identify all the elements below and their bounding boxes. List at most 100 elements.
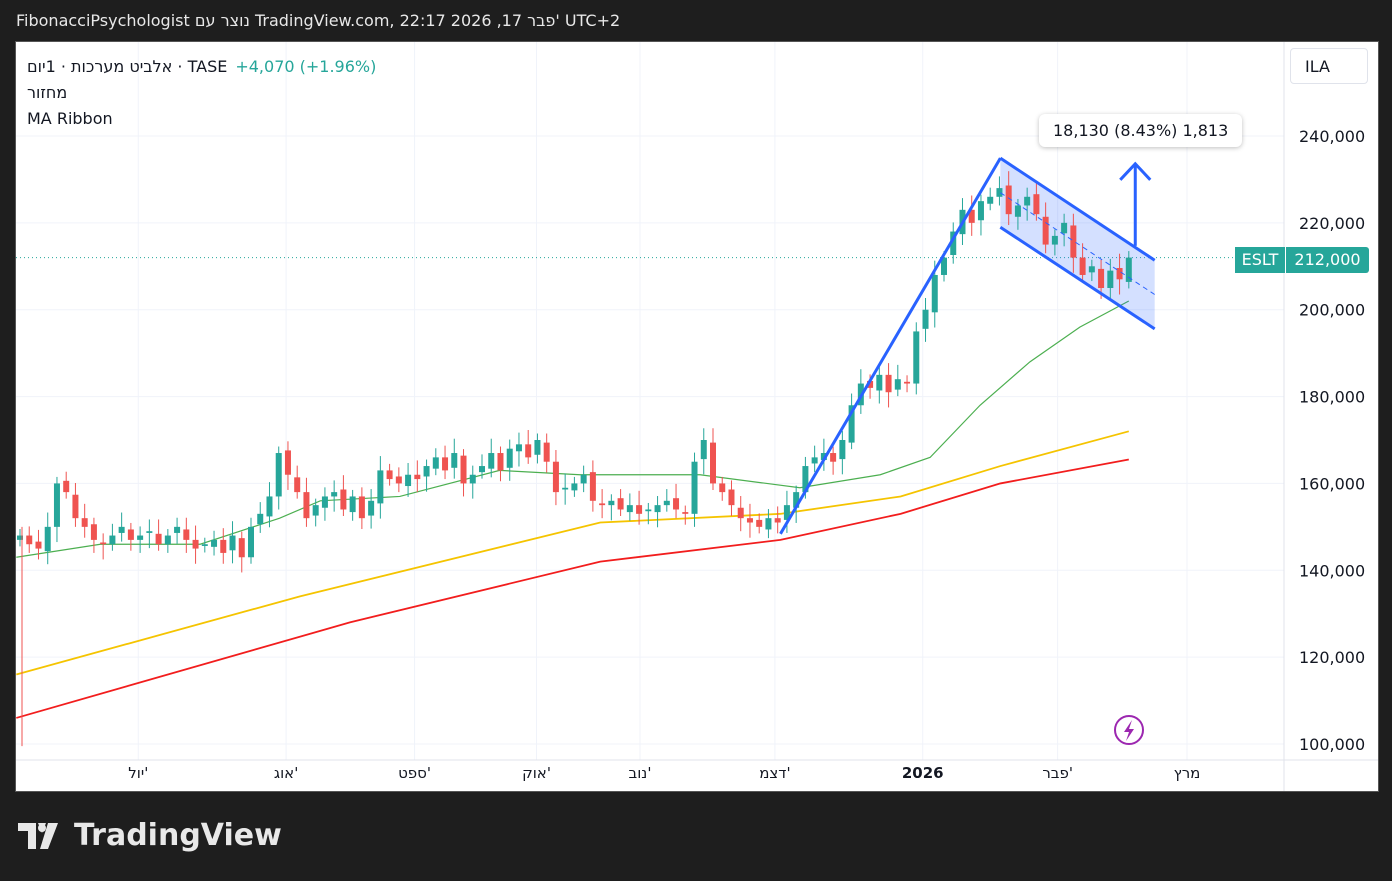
- candle-body: [922, 309, 929, 329]
- candle-body: [1033, 194, 1040, 215]
- candle-body: [192, 539, 199, 549]
- candle-body: [358, 496, 365, 519]
- candle-body: [284, 450, 291, 475]
- candle-body: [839, 440, 846, 460]
- candle-body: [599, 503, 606, 506]
- candle-body: [294, 477, 301, 493]
- candle-body: [414, 474, 421, 480]
- candle-body: [53, 483, 60, 527]
- brand-name: TradingView: [74, 818, 282, 853]
- candle-body: [442, 457, 449, 471]
- candle-body: [636, 505, 643, 514]
- price-tick-label: 100,000: [1299, 735, 1365, 754]
- candle-body: [645, 509, 652, 512]
- candle-body: [174, 526, 181, 533]
- candle-body: [340, 489, 347, 510]
- candle-body: [654, 505, 661, 513]
- chart-legend: אלביט מערכות · 1יום · TASE +4,070 (+1.96%…: [27, 54, 376, 132]
- candle-body: [543, 442, 550, 462]
- symbol-label[interactable]: אלביט מערכות · 1יום · TASE: [27, 57, 227, 76]
- candle-body: [109, 535, 116, 545]
- candle-body: [81, 518, 88, 527]
- candle-body: [691, 461, 698, 514]
- price-chart[interactable]: 240,000 220,000 200,000 180,000 160,000 140,0…: [16, 42, 1378, 791]
- candle-body: [146, 531, 153, 533]
- candle-body: [35, 541, 42, 549]
- candle-body: [386, 470, 393, 480]
- candle-body: [312, 505, 319, 516]
- time-tick-label: פבר': [1042, 764, 1073, 782]
- candle-body: [201, 544, 208, 546]
- candle-body: [506, 448, 513, 468]
- candle-body: [349, 496, 356, 513]
- candle-body: [451, 453, 458, 468]
- candle-body: [1116, 268, 1123, 280]
- candle-body: [811, 457, 818, 464]
- candle-body: [183, 529, 190, 540]
- candle-body: [830, 453, 837, 462]
- candle-body: [63, 480, 70, 493]
- indicator-label[interactable]: MA Ribbon: [27, 106, 376, 132]
- time-tick-label: ספט': [398, 764, 431, 782]
- time-tick-label: אוג': [274, 764, 298, 782]
- candle-body: [368, 500, 375, 516]
- candle-body: [488, 453, 495, 469]
- candle-body: [497, 453, 504, 471]
- candle-body: [238, 538, 245, 558]
- candle-body: [72, 494, 79, 519]
- chart-pane[interactable]: 240,000 220,000 200,000 180,000 160,000 140,0…: [15, 41, 1379, 792]
- price-tick-label: 220,000: [1299, 214, 1365, 233]
- candle-body: [682, 512, 689, 514]
- candle-body: [1070, 225, 1077, 258]
- candle-body: [266, 496, 273, 517]
- candle-body: [118, 526, 125, 533]
- candle-body: [534, 440, 541, 455]
- price-tick-label: 120,000: [1299, 648, 1365, 667]
- candle-body: [580, 474, 587, 484]
- time-tick-label: יול': [128, 764, 148, 782]
- candle-body: [423, 466, 430, 477]
- candle-body: [977, 201, 984, 221]
- candle-body: [460, 455, 467, 484]
- candle-body: [746, 518, 753, 523]
- candle-body: [405, 474, 412, 487]
- candle-body: [1014, 205, 1021, 217]
- candle-body: [1042, 216, 1049, 245]
- candle-body: [765, 518, 772, 530]
- candle-body: [885, 374, 892, 393]
- candle-body: [728, 489, 735, 506]
- candle-body: [164, 535, 171, 545]
- candle-body: [321, 496, 328, 508]
- tradingview-logo[interactable]: TradingView: [18, 818, 282, 853]
- candle-body: [737, 507, 744, 519]
- candle-body: [589, 472, 596, 501]
- trend-line: [779, 157, 1002, 535]
- time-tick-label: אוק': [522, 764, 551, 782]
- price-tick-label: 200,000: [1299, 301, 1365, 320]
- candle-body: [774, 518, 781, 523]
- volume-label[interactable]: מחזור: [27, 80, 376, 106]
- candle-body: [1024, 196, 1031, 206]
- candle-body: [700, 440, 707, 460]
- currency-button[interactable]: ILA: [1290, 48, 1368, 84]
- price-tick-label: 140,000: [1299, 561, 1365, 580]
- time-tick-label: מרץ: [1174, 764, 1201, 782]
- candle-body: [229, 535, 236, 551]
- candle-body: [562, 487, 569, 490]
- candle-body: [552, 461, 559, 493]
- candle-body: [479, 466, 485, 473]
- candle-body: [211, 539, 218, 547]
- candle-body: [1107, 270, 1114, 288]
- candle-body: [44, 526, 51, 552]
- time-tick-label: דצמ': [759, 764, 790, 782]
- candle-body: [137, 535, 144, 540]
- candle-body: [1061, 222, 1068, 234]
- candle-body: [155, 533, 162, 545]
- candle-body: [756, 519, 763, 527]
- ticker-badge: ESLT: [1235, 247, 1285, 273]
- candle-body: [608, 500, 615, 506]
- candle-body: [377, 470, 384, 504]
- candle-body: [617, 498, 624, 510]
- candle-body: [626, 505, 633, 513]
- price-tick-label: 180,000: [1299, 388, 1365, 407]
